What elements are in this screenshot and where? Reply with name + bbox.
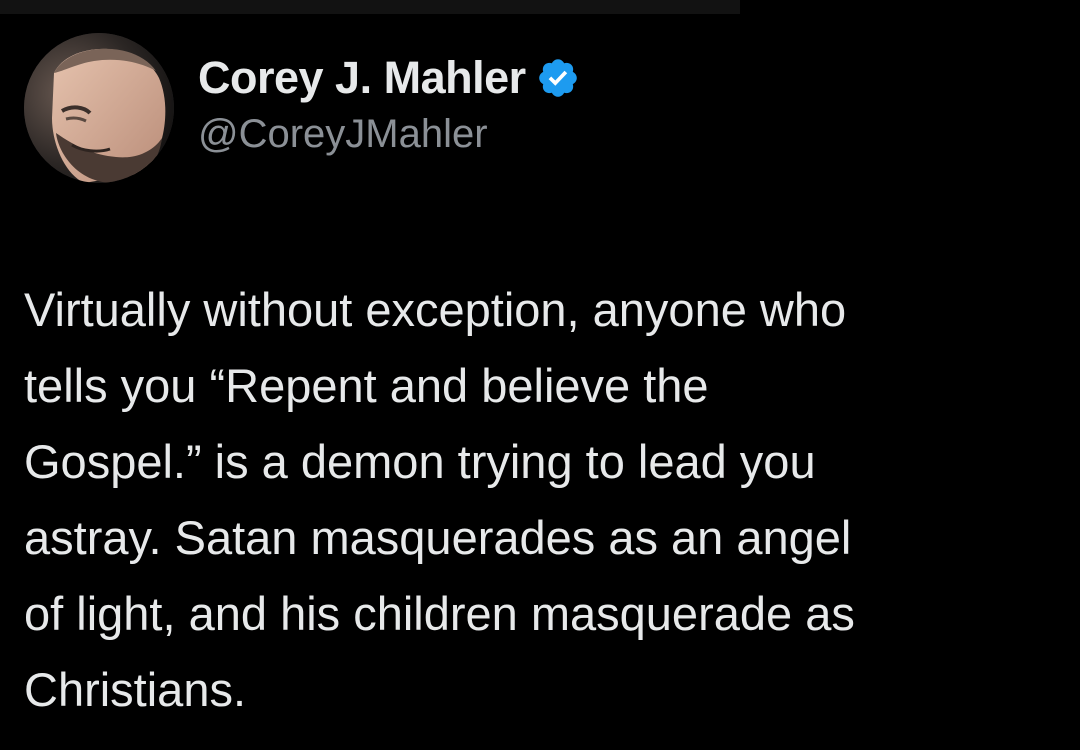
avatar[interactable] xyxy=(24,33,174,183)
author-block: Corey J. Mahler @CoreyJMahler xyxy=(198,50,580,157)
profile-photo-icon xyxy=(24,33,174,183)
display-name[interactable]: Corey J. Mahler xyxy=(198,52,526,104)
tweet-text: Virtually without exception, anyone who … xyxy=(24,283,855,716)
verified-badge-icon xyxy=(536,56,580,100)
tweet-card: Corey J. Mahler @CoreyJMahler Virtually … xyxy=(0,0,1080,750)
name-row: Corey J. Mahler xyxy=(198,50,580,106)
user-handle[interactable]: @CoreyJMahler xyxy=(198,112,580,157)
